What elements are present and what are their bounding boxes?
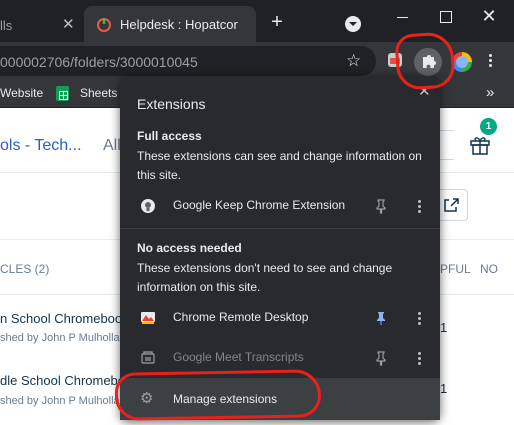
article-title[interactable]: dle School Chromebo [0, 373, 125, 388]
more-options-icon[interactable] [417, 350, 423, 366]
column-helpful: PFUL [440, 262, 471, 276]
close-tab-icon[interactable]: ✕ [62, 15, 75, 33]
bookmarks-overflow-icon[interactable]: » [486, 84, 494, 101]
bookmark-website[interactable]: Website [0, 86, 43, 100]
full-access-title: Full access [137, 129, 202, 143]
breadcrumb-current: All [103, 137, 121, 154]
chrome-menu-icon[interactable] [488, 52, 494, 72]
pin-icon-pinned[interactable] [373, 310, 389, 326]
tab-title: Helpdesk : Hopatcong [120, 17, 238, 32]
more-options-icon[interactable] [417, 198, 423, 214]
more-options-icon[interactable] [417, 310, 423, 326]
extension-name: Chrome Remote Desktop [173, 310, 309, 324]
minimize-icon[interactable] [392, 8, 414, 26]
remote-desktop-icon [141, 312, 155, 324]
bookmark-star-icon[interactable]: ☆ [346, 51, 361, 71]
article-helpful-count: 1 [440, 381, 448, 396]
extension-row-chrome-remote-desktop[interactable]: Chrome Remote Desktop [120, 298, 440, 338]
new-tab-button[interactable]: + [266, 12, 288, 34]
article-meta: shed by John P Mulholla [0, 395, 120, 407]
tab-title: lls [0, 18, 13, 33]
close-window-icon[interactable]: ✕ [478, 7, 500, 26]
helpdesk-favicon-icon [97, 18, 111, 32]
keep-icon [141, 199, 155, 213]
articles-count-header: CLES (2) [0, 262, 50, 276]
tab-helpdesk[interactable]: Helpdesk : Hopatcong [84, 6, 256, 42]
pin-icon[interactable] [373, 198, 389, 214]
extension-name: Google Meet Transcripts [173, 350, 304, 364]
sheets-icon [56, 86, 69, 101]
notification-badge: 1 [480, 118, 497, 135]
full-access-description: These extensions can see and change info… [137, 149, 422, 182]
gift-icon[interactable] [468, 132, 492, 156]
tab-search-icon[interactable] [345, 16, 361, 32]
extension-name: Google Keep Chrome Extension [173, 198, 346, 212]
article-meta: shed by John P Mulholla [0, 332, 120, 344]
meet-transcripts-icon [141, 351, 155, 364]
bookmark-sheets[interactable]: Sheets [80, 86, 117, 100]
breadcrumb-category[interactable]: ols - Tech... [0, 137, 82, 155]
annotation-circle-extensions [394, 31, 456, 91]
section-divider [120, 228, 440, 229]
article-title[interactable]: n School Chromebook [0, 311, 129, 326]
popup-title: Extensions [137, 96, 206, 112]
url-text[interactable]: 000002706/folders/3000010045 [0, 54, 198, 70]
pin-icon[interactable] [373, 350, 389, 366]
tab-previous[interactable]: lls ✕ [0, 6, 82, 42]
no-access-description: These extensions don't need to see and c… [137, 261, 393, 294]
maximize-icon[interactable] [434, 8, 456, 26]
extension-row-google-keep[interactable]: Google Keep Chrome Extension [120, 186, 440, 226]
annotation-circle-manage [114, 369, 322, 421]
column-not-helpful: NO [480, 262, 498, 276]
profile-avatar[interactable] [452, 52, 472, 72]
no-access-title: No access needed [137, 241, 242, 255]
article-helpful-count: 1 [440, 320, 448, 335]
